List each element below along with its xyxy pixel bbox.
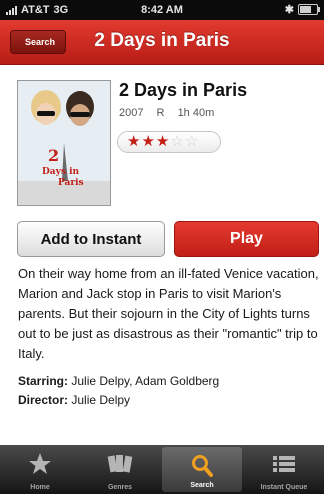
status-right: ✱	[284, 3, 320, 16]
director-label: Director:	[18, 393, 69, 407]
search-icon	[190, 454, 214, 480]
nav-title: 2 Days in Paris	[94, 30, 230, 51]
svg-text:Days in: Days in	[42, 167, 79, 177]
status-time: 8:42 AM	[141, 4, 183, 16]
tab-genres[interactable]: Genres	[80, 445, 160, 494]
movie-year: 2007	[119, 107, 144, 119]
movie-meta: 2007 R 1h 40m	[119, 107, 224, 119]
starring-label: Starring:	[18, 374, 69, 388]
tab-home-label: Home	[30, 484, 50, 491]
movie-title: 2 Days in Paris	[119, 80, 248, 100]
director-row: Director: Julie Delpy	[18, 391, 219, 410]
svg-text:Paris: Paris	[58, 178, 84, 188]
star-filled-icon[interactable]: ★	[156, 131, 169, 153]
starring-value: Julie Delpy, Adam Goldberg	[71, 374, 220, 388]
add-to-instant-button[interactable]: Add to Instant	[17, 221, 165, 257]
movie-poster: 2 Days in Paris	[17, 80, 111, 206]
star-rating[interactable]: ★ ★ ★ ☆ ☆	[117, 131, 221, 153]
tab-search-label: Search	[190, 482, 214, 489]
movie-rating: R	[156, 107, 165, 119]
star-empty-icon[interactable]: ☆	[170, 131, 183, 153]
nav-bar: Search 2 Days in Paris	[0, 20, 324, 65]
star-empty-icon[interactable]: ☆	[185, 131, 198, 153]
genres-icon	[107, 452, 133, 478]
movie-runtime: 1h 40m	[177, 107, 215, 119]
list-icon	[271, 452, 297, 478]
director-value: Julie Delpy	[71, 393, 131, 407]
tab-genres-label: Genres	[107, 484, 133, 491]
star-filled-icon[interactable]: ★	[127, 131, 140, 153]
poster-title-text: 2	[48, 146, 59, 165]
tab-bar: Home Genres Search Instant Queue	[0, 445, 324, 494]
bluetooth-icon: ✱	[284, 4, 294, 16]
tab-home[interactable]: Home	[0, 445, 80, 494]
credits: Starring: Julie Delpy, Adam Goldberg Dir…	[18, 372, 219, 410]
status-bar: AT&T 3G 8:42 AM ✱	[0, 0, 324, 20]
synopsis-text: On their way home from an ill-fated Veni…	[18, 266, 319, 361]
battery-icon	[298, 4, 320, 15]
tab-instant-queue[interactable]: Instant Queue	[244, 445, 324, 494]
star-icon	[28, 452, 52, 478]
tab-search[interactable]: Search	[162, 447, 242, 492]
play-button[interactable]: Play	[174, 221, 319, 257]
tab-instant-queue-label: Instant Queue	[260, 484, 308, 491]
starring-row: Starring: Julie Delpy, Adam Goldberg	[18, 372, 219, 391]
star-filled-icon[interactable]: ★	[141, 131, 154, 153]
